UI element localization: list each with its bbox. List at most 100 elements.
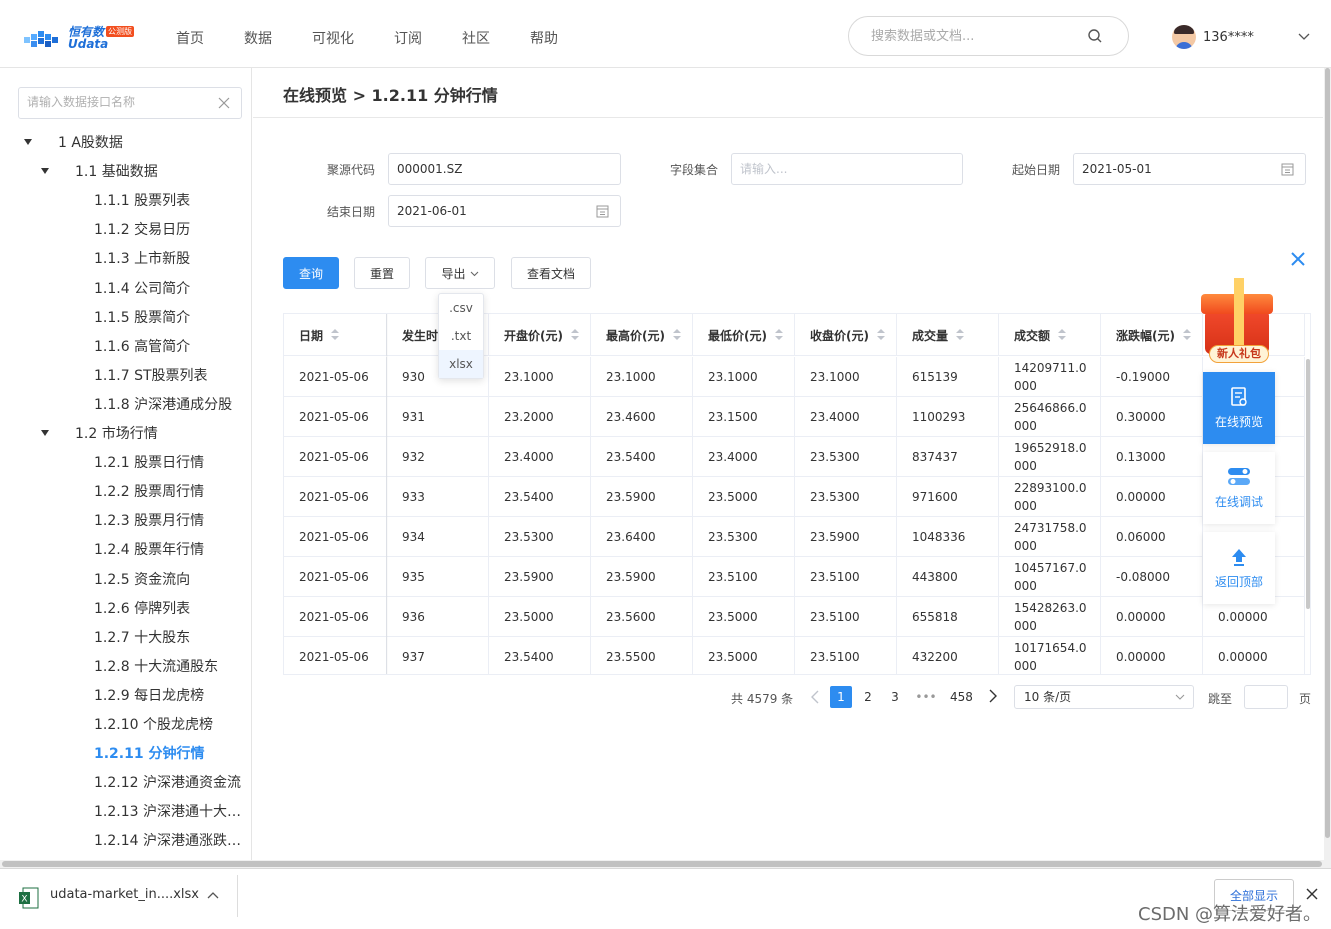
sort-icon[interactable]: [570, 329, 579, 341]
sidebar-item[interactable]: 1.1.4 公司简介: [94, 277, 190, 299]
table-row[interactable]: 2021-05-06 932 23.4000 23.5400 23.4000 23.530…: [284, 437, 1305, 477]
column-header[interactable]: 成交量: [897, 314, 999, 356]
table-row[interactable]: 2021-05-06 937 23.5400 23.5500 23.5000 23.510…: [284, 637, 1305, 674]
sidebar-item[interactable]: 1.2.8 十大流通股东: [94, 655, 218, 677]
global-search-input[interactable]: [871, 26, 1071, 46]
sidebar-item[interactable]: 1.2.14 沪深港通涨跌…: [94, 829, 241, 851]
export-option-txt[interactable]: .txt: [439, 322, 483, 350]
nav-subscribe[interactable]: 订阅: [394, 28, 422, 48]
sidebar-item[interactable]: 1.2.6 停牌列表: [94, 597, 190, 619]
sidebar-item[interactable]: 1.1.5 股票简介: [94, 306, 190, 328]
page-ellipsis[interactable]: •••: [915, 686, 937, 708]
table-row[interactable]: 2021-05-06 934 23.5300 23.6400 23.5300 23.590…: [284, 517, 1305, 557]
code-input[interactable]: [397, 162, 577, 176]
view-docs-button[interactable]: 查看文档: [511, 257, 591, 289]
caret-down-icon[interactable]: [40, 428, 50, 438]
nav-community[interactable]: 社区: [462, 28, 490, 48]
sidebar-item[interactable]: 1 A股数据: [58, 131, 123, 153]
search-icon[interactable]: [1087, 28, 1103, 44]
sidebar-item[interactable]: 1.2.5 资金流向: [94, 568, 190, 590]
column-header[interactable]: 最高价(元): [591, 314, 693, 356]
sort-icon[interactable]: [876, 329, 885, 341]
sidebar-item[interactable]: 1.1.8 沪深港通成分股: [94, 393, 232, 415]
page-scrollbar-vertical[interactable]: [1324, 68, 1331, 860]
sort-icon[interactable]: [774, 329, 783, 341]
page-size-select[interactable]: 10 条/页: [1014, 685, 1194, 709]
page-2[interactable]: 2: [857, 686, 879, 708]
calendar-icon[interactable]: [596, 204, 609, 218]
page-last[interactable]: 458: [950, 686, 973, 708]
query-button[interactable]: 查询: [283, 257, 339, 289]
sidebar-item[interactable]: 1.1.2 交易日历: [94, 218, 190, 240]
sidebar-item[interactable]: 1.1.7 ST股票列表: [94, 364, 208, 386]
nav-data[interactable]: 数据: [244, 28, 272, 48]
page-3[interactable]: 3: [884, 686, 906, 708]
fields-input[interactable]: [740, 162, 920, 176]
sidebar-item[interactable]: 1.1.6 高管简介: [94, 335, 190, 357]
column-header[interactable]: 最低价(元): [693, 314, 795, 356]
sidebar-item[interactable]: 1.2.2 股票周行情: [94, 480, 204, 502]
nav-visualization[interactable]: 可视化: [312, 28, 354, 48]
user-menu[interactable]: 136****: [1172, 25, 1254, 49]
column-header[interactable]: 收盘价(元): [795, 314, 897, 356]
sidebar-item[interactable]: 1.1.3 上市新股: [94, 247, 190, 269]
sidebar-item[interactable]: 1.2.1 股票日行情: [94, 451, 204, 473]
calendar-icon[interactable]: [1281, 162, 1294, 176]
download-file-name[interactable]: udata-market_in....xlsx: [50, 887, 199, 902]
table-scrollbar[interactable]: [1306, 359, 1310, 609]
back-to-top-button[interactable]: 返回顶部: [1203, 532, 1275, 604]
table-row[interactable]: 2021-05-06 931 23.2000 23.4600 23.1500 23.400…: [284, 397, 1305, 437]
sidebar-item[interactable]: 1.2.12 沪深港通资金流: [94, 771, 241, 793]
udata-logo[interactable]: 恒有数 公测版 Udata: [24, 25, 136, 53]
export-button[interactable]: 导出: [425, 257, 495, 289]
jump-input[interactable]: [1244, 685, 1288, 709]
chevron-up-icon[interactable]: [207, 890, 219, 902]
clear-icon[interactable]: [217, 96, 231, 110]
online-preview-button[interactable]: 在线预览: [1203, 372, 1275, 444]
sidebar-item[interactable]: 1.1 基础数据: [75, 160, 158, 182]
sidebar-item[interactable]: 1.2.10 个股龙虎榜: [94, 713, 213, 735]
table-cell: 23.5000: [693, 597, 795, 637]
export-option-xlsx[interactable]: xlsx: [439, 350, 483, 378]
table-row[interactable]: 2021-05-06 933 23.5400 23.5900 23.5000 23.530…: [284, 477, 1305, 517]
table-row[interactable]: 2021-05-06 935 23.5900 23.5900 23.5100 23.510…: [284, 557, 1305, 597]
close-icon[interactable]: [1305, 887, 1319, 901]
sidebar-item[interactable]: 1.2.9 每日龙虎榜: [94, 684, 204, 706]
caret-down-icon[interactable]: [23, 137, 33, 147]
sort-icon[interactable]: [672, 329, 681, 341]
sidebar-item-label: 1.2.12 沪深港通资金流: [94, 775, 241, 791]
nav-help[interactable]: 帮助: [530, 28, 558, 48]
column-header[interactable]: 日期: [284, 314, 387, 356]
sort-icon[interactable]: [1182, 329, 1191, 341]
start-date-input[interactable]: [1082, 162, 1262, 176]
sidebar-item[interactable]: 1.1.1 股票列表: [94, 189, 190, 211]
column-header[interactable]: 涨跌幅(元): [1101, 314, 1203, 356]
nav-home[interactable]: 首页: [176, 28, 204, 48]
end-date-input[interactable]: [397, 204, 577, 218]
sidebar-item[interactable]: 1.2.3 股票月行情: [94, 509, 204, 531]
chevron-down-icon[interactable]: [1298, 30, 1310, 42]
page-1[interactable]: 1: [830, 686, 852, 708]
sidebar-item[interactable]: 1.2.13 沪深港通十大…: [94, 800, 241, 822]
next-page-icon[interactable]: [987, 689, 999, 703]
sidebar-search-input[interactable]: [27, 95, 207, 109]
column-header[interactable]: 开盘价(元): [489, 314, 591, 356]
reset-button[interactable]: 重置: [354, 257, 410, 289]
sidebar-item[interactable]: 1.2 市场行情: [75, 422, 158, 444]
online-debug-button[interactable]: 在线调试: [1203, 452, 1275, 524]
page-scrollbar-horizontal[interactable]: [0, 860, 1331, 868]
table-row[interactable]: 2021-05-06 936 23.5000 23.5600 23.5000 23.510…: [284, 597, 1305, 637]
sidebar-item[interactable]: 1.2.7 十大股东: [94, 626, 190, 648]
export-option-csv[interactable]: .csv: [439, 294, 483, 322]
sort-icon[interactable]: [1058, 329, 1067, 341]
sidebar-item[interactable]: 1.2.11 分钟行情: [94, 742, 204, 764]
new-user-gift[interactable]: 新人礼包: [1201, 268, 1275, 364]
sort-icon[interactable]: [956, 329, 965, 341]
close-icon[interactable]: [1290, 251, 1306, 267]
prev-page-icon[interactable]: [809, 690, 821, 704]
sidebar-item[interactable]: 1.2.4 股票年行情: [94, 538, 204, 560]
caret-down-icon[interactable]: [40, 166, 50, 176]
column-header[interactable]: 成交额: [999, 314, 1101, 356]
end-date-field: [388, 195, 621, 227]
sort-icon[interactable]: [331, 329, 340, 341]
